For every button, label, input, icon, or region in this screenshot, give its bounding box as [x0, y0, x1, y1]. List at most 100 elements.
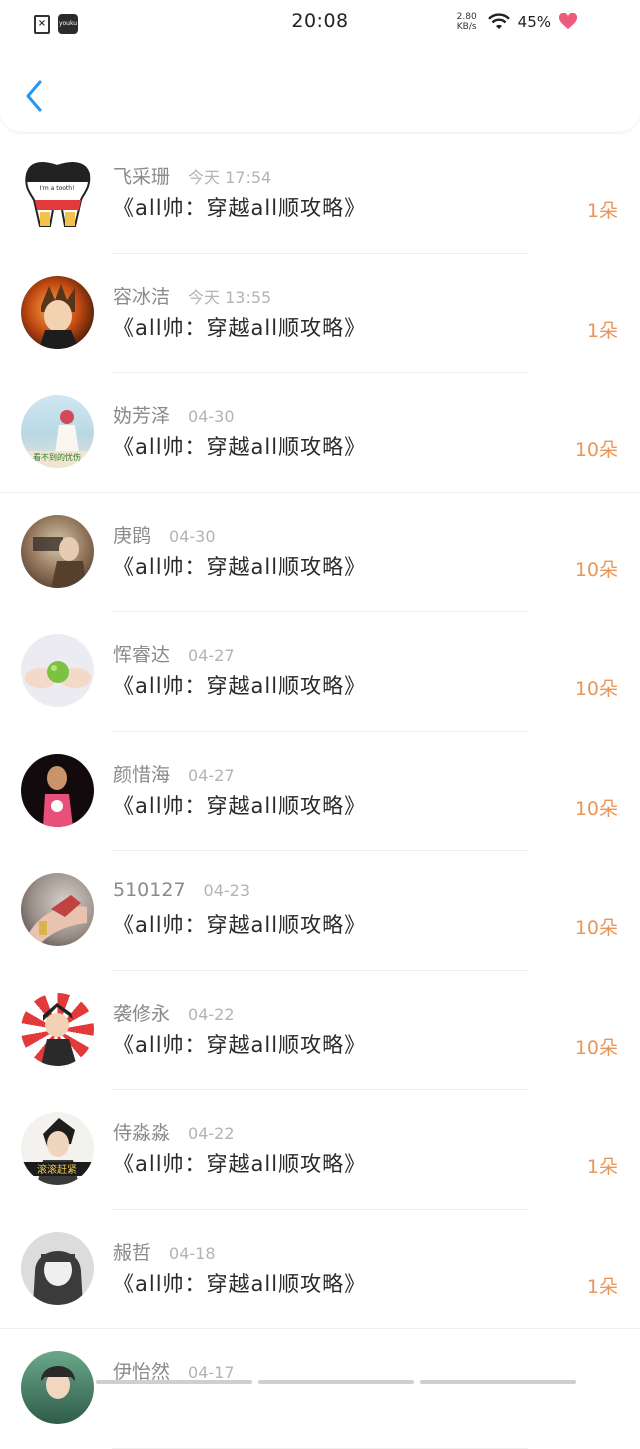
network-speed-value: 2.80 — [456, 12, 477, 22]
couple-avatar-image — [33, 536, 87, 588]
sender-name: 510127 — [113, 879, 186, 901]
anime-boy-avatar-image — [39, 283, 79, 349]
avatar[interactable] — [21, 1231, 94, 1305]
avatar-caption: I'm a tooth! — [39, 185, 74, 192]
list-item[interactable]: 滚滚赶紧 侍淼淼 04-22 《all帅：穿越all顺攻略》 1朵 — [0, 1090, 640, 1210]
avatar[interactable] — [21, 1351, 94, 1424]
gift-count: 1朵 — [586, 1156, 618, 1178]
book-title: 《all帅：穿越all顺攻略》 — [113, 1032, 367, 1057]
sender-name: 容冰洁 — [113, 285, 171, 308]
avatar[interactable] — [21, 873, 94, 946]
sender-line: 妫芳泽 04-30 — [113, 401, 235, 428]
gift-count: 1朵 — [586, 319, 618, 342]
list-item[interactable]: 看不到的忧伤 妫芳泽 04-30 《all帅：穿越all顺攻略》 10朵 — [0, 373, 640, 493]
gift-count: 10朵 — [574, 439, 618, 461]
status-right: 2.80 KB/s 45% — [454, 12, 578, 32]
sender-name: 庚鹍 — [113, 524, 152, 547]
network-speed-unit: KB/s — [456, 22, 477, 32]
sender-name: 袭修永 — [113, 1002, 171, 1025]
hand-bracelet-avatar-image — [29, 895, 87, 943]
sender-line: 庚鹍 04-30 — [113, 521, 216, 548]
girl-bw-avatar-image — [33, 1250, 83, 1305]
send-time: 04-30 — [169, 526, 216, 546]
avatar[interactable]: 看不到的忧伤 — [21, 395, 94, 468]
child-avatar-image — [43, 765, 73, 827]
sender-name: 飞采珊 — [113, 166, 171, 188]
send-time: 04-27 — [188, 765, 235, 785]
book-title: 《all帅：穿越all顺攻略》 — [113, 674, 367, 698]
girl-green-avatar-image — [41, 1366, 75, 1399]
gift-record-list: I'm a tooth! 飞采珊 今天 17:54 《all帅：穿越all顺攻略》… — [0, 134, 640, 1449]
book-title: 《all帅：穿越all顺攻略》 — [113, 554, 367, 579]
list-item[interactable]: 庚鹍 04-30 《all帅：穿越all顺攻略》 10朵 — [0, 493, 640, 613]
send-time: 04-27 — [188, 646, 235, 665]
list-item[interactable]: 颜惜海 04-27 《all帅：穿越all顺攻略》 10朵 — [0, 732, 640, 852]
scroll-segment — [96, 1380, 252, 1384]
scroll-segment — [258, 1380, 414, 1384]
list-item[interactable]: 袭修永 04-22 《all帅：穿越all顺攻略》 10朵 — [0, 971, 640, 1091]
status-bar: × youku 20:08 2.80 KB/s 45% — [0, 0, 640, 46]
sender-line: 颜惜海 04-27 — [113, 760, 235, 787]
list-item[interactable]: 赧哲 04-18 《all帅：穿越all顺攻略》 1朵 — [0, 1210, 640, 1330]
sender-name: 妫芳泽 — [113, 405, 171, 427]
list-item[interactable]: 伊怡然 04-17 — [0, 1329, 640, 1449]
sender-line: 侍淼淼 04-22 — [113, 1118, 235, 1145]
list-item[interactable]: 恽睿达 04-27 《all帅：穿越all顺攻略》 10朵 — [0, 612, 640, 732]
book-title: 《all帅：穿越all顺攻略》 — [113, 435, 367, 459]
send-time: 04-18 — [169, 1243, 216, 1263]
top-header — [0, 46, 640, 132]
sender-name: 赧哲 — [113, 1241, 152, 1264]
send-time: 04-23 — [203, 881, 251, 900]
avatar[interactable] — [21, 634, 94, 707]
sea-girl-avatar-image: 看不到的忧伤 — [21, 410, 94, 468]
book-title: 《all帅：穿越all顺攻略》 — [113, 1271, 367, 1296]
avatar-caption: 滚滚赶紧 — [37, 1163, 77, 1176]
send-time: 04-22 — [188, 1004, 235, 1024]
avatar[interactable]: I'm a tooth! — [21, 156, 94, 229]
sender-line: 容冰洁 今天 13:55 — [113, 282, 271, 309]
boy-caption-avatar-image: 滚滚赶紧 — [21, 1118, 94, 1185]
sender-line: 510127 04-23 — [113, 879, 250, 901]
avatar[interactable] — [21, 992, 94, 1066]
sender-name: 恽睿达 — [113, 644, 171, 666]
heart-battery-icon — [558, 13, 578, 29]
network-speed: 2.80 KB/s — [454, 12, 480, 32]
book-title: 《all帅：穿越all顺攻略》 — [113, 315, 367, 340]
sender-line: 恽睿达 04-27 — [113, 640, 235, 667]
sender-name: 侍淼淼 — [113, 1122, 171, 1144]
avatar[interactable] — [21, 514, 94, 588]
hands-apple-avatar-image — [25, 661, 91, 688]
send-time: 04-22 — [188, 1124, 235, 1143]
sender-line: 飞采珊 今天 17:54 — [113, 162, 271, 189]
book-title: 《all帅：穿越all顺攻略》 — [113, 913, 367, 937]
wifi-icon — [487, 13, 510, 29]
bottom-scroll-indicator — [96, 1380, 576, 1384]
gift-count: 10朵 — [574, 917, 618, 939]
avatar[interactable] — [21, 275, 94, 349]
list-item[interactable]: I'm a tooth! 飞采珊 今天 17:54 《all帅：穿越all顺攻略》… — [0, 134, 640, 254]
avatar-caption: 看不到的忧伤 — [33, 452, 81, 462]
sender-name: 颜惜海 — [113, 763, 171, 786]
gift-count: 10朵 — [574, 678, 618, 700]
book-title: 《all帅：穿越all顺攻略》 — [113, 793, 367, 818]
scroll-segment — [420, 1380, 576, 1384]
gift-count: 1朵 — [586, 1275, 618, 1298]
avatar[interactable] — [21, 753, 94, 827]
back-button[interactable] — [18, 76, 52, 116]
send-time: 04-30 — [188, 407, 235, 426]
sender-line: 袭修永 04-22 — [113, 999, 235, 1026]
list-item[interactable]: 510127 04-23 《all帅：穿越all顺攻略》 10朵 — [0, 851, 640, 971]
send-time: 今天 17:54 — [188, 168, 272, 187]
gift-count: 10朵 — [574, 558, 618, 581]
list-item[interactable]: 容冰洁 今天 13:55 《all帅：穿越all顺攻略》 1朵 — [0, 254, 640, 374]
sender-line: 赧哲 04-18 — [113, 1238, 216, 1265]
gift-count: 10朵 — [574, 1036, 618, 1059]
send-time: 今天 13:55 — [188, 287, 272, 307]
avatar[interactable]: 滚滚赶紧 — [21, 1112, 94, 1185]
battery-level: 45% — [517, 13, 551, 31]
cartoon-pop-avatar-image — [41, 1002, 77, 1066]
book-title: 《all帅：穿越all顺攻略》 — [113, 1152, 367, 1176]
gift-count: 10朵 — [574, 797, 618, 820]
book-title: 《all帅：穿越all顺攻略》 — [113, 196, 367, 220]
tooth-avatar-image: I'm a tooth! — [25, 162, 91, 227]
